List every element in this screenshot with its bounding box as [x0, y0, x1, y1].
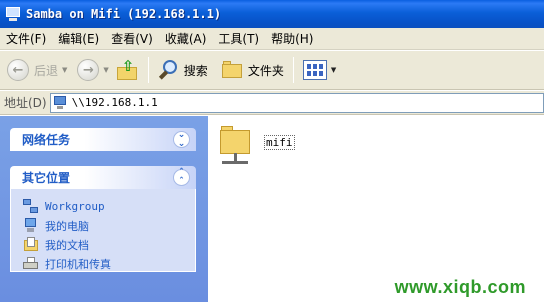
search-icon	[158, 59, 180, 81]
menu-favorites[interactable]: 收藏(A)	[159, 28, 213, 50]
search-button[interactable]: 搜索	[155, 54, 211, 86]
back-button[interactable]: ← 后退 ▼	[4, 54, 70, 86]
place-my-documents[interactable]: 我的文档	[23, 235, 185, 254]
network-tasks-header[interactable]: 网络任务 ⌄ ⌄	[10, 128, 196, 151]
share-label: mifi	[264, 135, 295, 150]
views-icon	[302, 60, 327, 80]
menu-edit[interactable]: 编辑(E)	[52, 28, 105, 50]
other-places-list: Workgroup 我的电脑 我的文档 打印机和传真	[10, 189, 196, 272]
network-icon	[23, 198, 39, 215]
network-tasks-title: 网络任务	[22, 133, 71, 147]
network-computer-icon	[53, 95, 68, 110]
chevron-up-icon[interactable]: ˆˆ	[173, 168, 190, 186]
forward-arrow-icon: →	[77, 59, 100, 81]
back-label: 后退	[34, 63, 59, 78]
computer-icon	[23, 217, 39, 234]
toolbar-separator	[147, 57, 149, 83]
folders-button[interactable]: 文件夹	[219, 54, 287, 86]
place-printers-faxes[interactable]: 打印机和传真	[23, 254, 185, 273]
dropdown-arrow-icon: ▼	[62, 66, 68, 74]
menu-file[interactable]: 文件(F)	[0, 28, 52, 50]
address-label: 地址(D)	[4, 96, 47, 110]
toolbar-separator	[292, 57, 294, 83]
back-arrow-icon: ←	[7, 59, 29, 81]
other-places-title: 其它位置	[22, 171, 71, 185]
folder-icon	[221, 60, 244, 80]
title-bar: Samba on Mifi (192.168.1.1)	[0, 0, 544, 28]
chevron-down-icon[interactable]: ⌄ ⌄	[173, 130, 190, 148]
search-label: 搜索	[183, 63, 208, 78]
folder-up-icon: ⇧	[116, 59, 139, 81]
menu-tools[interactable]: 工具(T)	[212, 28, 265, 50]
folders-label: 文件夹	[247, 63, 284, 78]
place-label: 打印机和传真	[45, 257, 111, 271]
address-input[interactable]: \\192.168.1.1	[49, 92, 544, 113]
forward-button[interactable]: → ▼	[74, 54, 111, 86]
address-bar: 地址(D) \\192.168.1.1	[0, 91, 544, 115]
up-button[interactable]: ⇧	[114, 54, 142, 86]
share-item-mifi[interactable]: mifi	[218, 120, 295, 164]
documents-icon	[23, 236, 39, 253]
place-label: 我的电脑	[45, 219, 89, 233]
other-places-header[interactable]: 其它位置 ˆˆ	[10, 166, 196, 189]
watermark: www.xiqb.com	[394, 277, 526, 297]
place-my-computer[interactable]: 我的电脑	[23, 216, 185, 235]
place-label: Workgroup	[45, 200, 105, 213]
dropdown-arrow-icon: ▼	[103, 66, 109, 74]
address-value: \\192.168.1.1	[71, 96, 158, 109]
window-title: Samba on Mifi (192.168.1.1)	[26, 7, 222, 21]
menu-help[interactable]: 帮助(H)	[265, 28, 319, 50]
menu-view[interactable]: 查看(V)	[105, 28, 159, 50]
menu-bar: 文件(F) 编辑(E) 查看(V) 收藏(A) 工具(T) 帮助(H)	[0, 28, 544, 50]
toolbar: ← 后退 ▼ → ▼ ⇧ 搜索 文件夹 ▼	[0, 51, 544, 90]
place-label: 我的文档	[45, 238, 89, 252]
printer-icon	[23, 256, 39, 272]
network-computer-icon	[5, 6, 21, 22]
dropdown-arrow-icon: ▼	[330, 66, 337, 74]
task-pane: 网络任务 ⌄ ⌄ 其它位置 ˆˆ Workgroup 我的电脑 我的文档 打印机和…	[0, 116, 208, 302]
file-list: mifi	[208, 116, 544, 302]
place-workgroup[interactable]: Workgroup	[23, 197, 185, 216]
shared-folder-icon	[218, 120, 258, 164]
views-button[interactable]: ▼	[300, 54, 339, 86]
